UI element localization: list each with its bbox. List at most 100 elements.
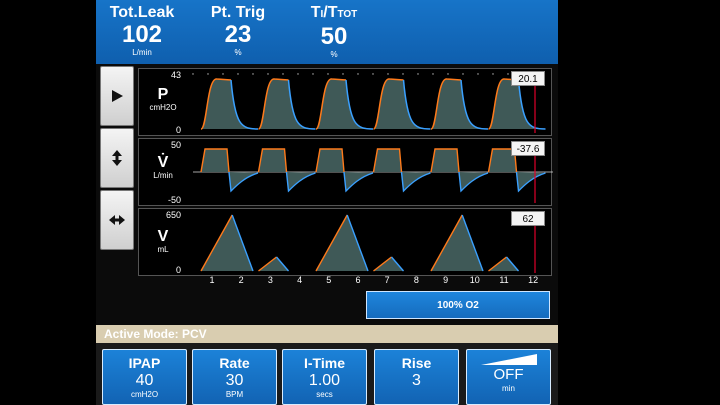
setting-unit: BPM	[225, 390, 244, 399]
flow-insp-fill	[431, 149, 459, 172]
pressure-ymax: 43	[170, 70, 181, 80]
time-tick: 12	[528, 275, 539, 285]
volume-axis-label: V mL	[145, 229, 181, 255]
patient-trigger-value: 23	[224, 21, 252, 48]
setting-value: OFF	[493, 366, 524, 383]
pressure-max-dot	[417, 73, 419, 75]
rate-setting-button[interactable]: Rate 30 BPM	[192, 349, 277, 405]
pressure-max-dot	[297, 73, 299, 75]
pressure-max-dot	[432, 73, 434, 75]
pressure-max-dot	[387, 73, 389, 75]
flow-insp-fill	[316, 149, 344, 172]
horizontal-scale-button[interactable]	[100, 190, 134, 250]
flow-panel: V̇ L/min 50 -50 -37.6	[138, 138, 553, 206]
pressure-max-dot	[507, 73, 509, 75]
setting-unit: secs	[316, 390, 333, 399]
flow-waveform	[193, 141, 553, 203]
time-tick: 3	[267, 275, 273, 285]
volume-panel: V mL 650 0 62	[138, 208, 552, 276]
setting-value: 3	[412, 372, 421, 389]
ti-ttot-readout: TI/TTOT 50 %	[292, 4, 376, 60]
pressure-breath-fill	[201, 78, 258, 129]
volume-cursor-readout: 62	[511, 211, 545, 226]
flow-ymax: 50	[170, 140, 181, 150]
pressure-max-dot	[342, 73, 344, 75]
ipap-setting-button[interactable]: IPAP 40 cmH2O	[102, 349, 187, 405]
pressure-max-dot	[282, 73, 284, 75]
time-tick: 5	[326, 275, 332, 285]
ti-ttot-value: 50	[320, 23, 348, 50]
time-tick: 7	[384, 275, 390, 285]
setting-label: Rise	[401, 355, 432, 371]
time-tick: 10	[469, 275, 480, 285]
pressure-panel: P cmH2O 43 0 20.1	[138, 68, 552, 136]
volume-ymin: 0	[175, 265, 181, 275]
pressure-breath-fill	[431, 78, 488, 129]
setting-label: Rate	[219, 355, 250, 371]
pressure-max-dot	[192, 73, 194, 75]
rise-setting-button[interactable]: Rise 3	[374, 349, 459, 405]
pressure-max-dot	[477, 73, 479, 75]
pressure-max-dot	[252, 73, 254, 75]
pressure-max-dot	[237, 73, 239, 75]
vertical-scale-button[interactable]	[100, 128, 134, 188]
pressure-max-dot	[267, 73, 269, 75]
monitor-header: Tot.Leak 102 L/min Pt. Trig 23 % TI/TTOT…	[96, 0, 558, 64]
flow-insp-fill	[201, 149, 229, 172]
i-time-setting-button[interactable]: I-Time 1.00 secs	[282, 349, 367, 405]
pressure-max-dot	[402, 73, 404, 75]
flow-unit: L/min	[153, 171, 173, 180]
time-tick: 4	[297, 275, 303, 285]
volume-name: V	[157, 228, 169, 245]
setting-label: IPAP	[128, 355, 161, 371]
total-leak-value: 102	[121, 21, 163, 48]
pressure-breath-fill	[258, 78, 316, 129]
alarm-off-setting-button[interactable]: OFF min	[466, 349, 551, 405]
pressure-max-dot	[207, 73, 209, 75]
time-tick: 9	[443, 275, 449, 285]
pressure-breath-fill	[316, 78, 373, 129]
time-tick: 6	[355, 275, 361, 285]
pressure-waveform	[192, 71, 546, 133]
time-tick: 2	[238, 275, 244, 285]
setting-unit: cmH2O	[130, 390, 159, 399]
setting-label: I-Time	[304, 355, 345, 371]
pressure-max-dot	[312, 73, 314, 75]
pressure-unit: cmH2O	[149, 103, 177, 112]
freeze-play-button[interactable]	[100, 66, 134, 126]
settings-bar: IPAP 40 cmH2O Rate 30 BPM I-Time 1.00 secs Rise 3 O…	[96, 343, 558, 405]
ti-label-slash-t: /T	[323, 4, 338, 21]
patient-trigger-readout: Pt. Trig 23 %	[196, 4, 280, 58]
horizontal-arrows-icon	[109, 215, 125, 225]
time-tick: 11	[499, 275, 509, 285]
pressure-max-dot	[222, 73, 224, 75]
vertical-arrows-icon	[112, 150, 122, 166]
oxygen-100-button[interactable]: 100% O2	[366, 291, 550, 319]
total-leak-label: Tot.Leak	[109, 4, 175, 21]
pressure-name: P	[157, 86, 169, 103]
time-axis: 1 2 3 4 5 6 7 8 9 10 11 12	[182, 275, 558, 287]
setting-value: 40	[135, 372, 154, 389]
pressure-axis-label: P cmH2O	[145, 87, 181, 113]
ramp-icon	[480, 354, 537, 365]
volume-ymax: 650	[165, 210, 181, 220]
ti-ttot-unit: %	[330, 50, 338, 59]
time-tick: 8	[413, 275, 419, 285]
pressure-max-dot	[357, 73, 359, 75]
volume-unit: mL	[157, 245, 169, 254]
patient-trigger-label: Pt. Trig	[210, 4, 266, 21]
ti-ttot-label: TI/TTOT	[292, 4, 376, 24]
flow-cursor-readout: -37.6	[511, 141, 545, 156]
pressure-max-dot	[447, 73, 449, 75]
pressure-cursor-readout: 20.1	[511, 71, 545, 86]
flow-insp-fill	[258, 149, 287, 172]
patient-trigger-unit: %	[234, 48, 242, 57]
ti-label-t: T	[310, 4, 321, 21]
time-tick: 1	[209, 275, 215, 285]
flow-axis-label: V̇ L/min	[145, 155, 181, 181]
setting-value: 30	[225, 372, 244, 389]
total-leak-unit: L/min	[132, 48, 152, 57]
setting-value: 1.00	[308, 372, 341, 389]
pressure-max-dot	[372, 73, 374, 75]
pressure-max-dot	[492, 73, 494, 75]
